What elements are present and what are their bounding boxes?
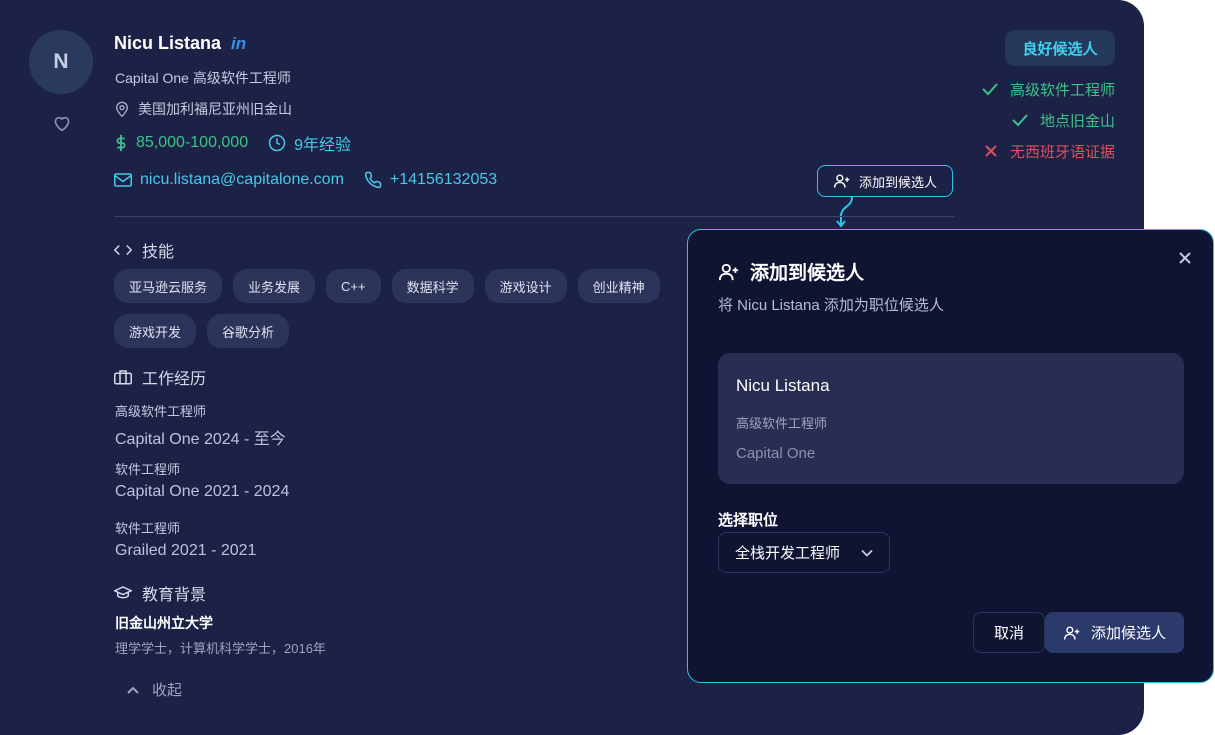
- linkedin-icon[interactable]: in: [231, 34, 246, 54]
- work-company-period: Grailed 2021 - 2021: [115, 542, 257, 559]
- summary-title: 高级软件工程师: [736, 416, 828, 431]
- cross-icon: [984, 144, 998, 158]
- skill-chip: 创业精神: [577, 269, 660, 303]
- name-row: Nicu Listana in: [114, 33, 246, 54]
- status-badge: 良好候选人: [1005, 30, 1115, 66]
- chevron-down-icon: [861, 549, 873, 557]
- work-company-period: Capital One 2021 - 2024: [115, 483, 290, 500]
- skills-heading-text: 技能: [142, 244, 175, 261]
- criteria-item: 高级软件工程师: [982, 78, 1115, 100]
- summary-name: Nicu Listana: [736, 376, 830, 395]
- work-title: 软件工程师: [115, 462, 181, 477]
- check-icon: [1012, 113, 1028, 127]
- education-heading-text: 教育背景: [142, 587, 207, 604]
- education-degree: 理学学士，计算机科学学士，2016年: [115, 641, 326, 656]
- close-icon[interactable]: [1177, 250, 1193, 266]
- skills-list: 亚马逊云服务 业务发展 C++ 数据科学 游戏设计 创业精神 游戏开发 谷歌分析: [114, 269, 674, 348]
- candidate-name: Nicu Listana: [114, 33, 222, 53]
- mail-icon: [114, 173, 132, 187]
- collapse-button[interactable]: 收起: [126, 679, 182, 700]
- work-company-period: Capital One 2024 - 至今: [115, 431, 286, 448]
- skill-chip: 谷歌分析: [207, 314, 290, 348]
- skill-chip: 游戏开发: [114, 314, 197, 348]
- skill-chip: 业务发展: [233, 269, 316, 303]
- salary-text: 85,000-100,000: [136, 134, 249, 151]
- divider: [114, 216, 954, 217]
- education-heading: 教育背景: [114, 581, 206, 605]
- job-title: Capital One 高级软件工程师: [115, 70, 291, 86]
- salary-row: 85,000-100,000 9年经验: [114, 131, 351, 155]
- position-select-value: 全栈开发工程师: [735, 545, 841, 562]
- work-item: 软件工程师 Grailed 2021 - 2021: [115, 518, 256, 560]
- add-candidate-label: 添加候选人: [1090, 625, 1166, 642]
- summary-company: Capital One: [736, 445, 816, 462]
- email-link[interactable]: nicu.listana@capitalone.com: [114, 171, 344, 189]
- graduation-cap-icon: [114, 586, 132, 600]
- avatar: N: [29, 30, 93, 94]
- location-text: 美国加利福尼亚州旧金山: [138, 101, 292, 117]
- heart-icon[interactable]: [52, 114, 72, 132]
- position-select[interactable]: 全栈开发工程师: [718, 532, 890, 573]
- code-icon: [114, 243, 132, 257]
- location-pin-icon: [114, 100, 130, 118]
- skills-heading: 技能: [114, 238, 174, 262]
- skill-chip: 亚马逊云服务: [114, 269, 223, 303]
- criteria-label: 无西班牙语证据: [1009, 143, 1115, 161]
- criteria-label: 地点旧金山: [1039, 112, 1115, 130]
- email-text[interactable]: nicu.listana@capitalone.com: [140, 171, 344, 189]
- salary: 85,000-100,000: [114, 134, 248, 152]
- criteria-item: 地点旧金山: [1012, 109, 1115, 131]
- match-criteria: 高级软件工程师 地点旧金山 无西班牙语证据: [982, 78, 1115, 162]
- chevron-up-icon: [126, 685, 140, 695]
- skill-chip: C++: [326, 269, 381, 303]
- work-item: 软件工程师 Capital One 2021 - 2024: [115, 459, 289, 501]
- check-icon: [982, 82, 998, 96]
- work-item: 高级软件工程师 Capital One 2024 - 至今: [115, 401, 286, 449]
- experience: 9年经验: [268, 131, 351, 155]
- candidate-summary: Nicu Listana 高级软件工程师 Capital One: [718, 353, 1184, 484]
- add-to-candidates-label: 添加到候选人: [858, 174, 937, 190]
- clock-icon: [268, 134, 286, 152]
- add-candidate-button[interactable]: 添加候选人: [1045, 612, 1184, 653]
- work-heading-text: 工作经历: [142, 371, 207, 388]
- dialog-title-text: 添加到候选人: [750, 263, 865, 284]
- phone-text[interactable]: +14156132053: [390, 171, 497, 189]
- education-school: 旧金山州立大学: [115, 615, 213, 631]
- skill-chip: 游戏设计: [484, 269, 567, 303]
- work-heading: 工作经历: [114, 365, 206, 389]
- experience-text: 9年经验: [294, 137, 352, 154]
- phone-link[interactable]: +14156132053: [364, 171, 497, 189]
- position-select-label: 选择职位: [718, 512, 779, 529]
- briefcase-icon: [114, 369, 132, 385]
- add-candidate-dialog: 添加到候选人 将 Nicu Listana 添加为职位候选人 Nicu List…: [687, 229, 1214, 683]
- dialog-title: 添加到候选人: [718, 258, 864, 285]
- connector-arrow-icon: [830, 196, 860, 232]
- skill-chip: 数据科学: [391, 269, 474, 303]
- collapse-label: 收起: [152, 682, 183, 699]
- dialog-subtitle: 将 Nicu Listana 添加为职位候选人: [718, 297, 944, 314]
- phone-icon: [364, 171, 382, 189]
- location-row: 美国加利福尼亚州旧金山: [114, 99, 292, 119]
- work-title: 软件工程师: [115, 521, 181, 536]
- cancel-button[interactable]: 取消: [973, 612, 1045, 653]
- avatar-initial: N: [53, 50, 69, 73]
- dollar-icon: [114, 134, 128, 152]
- contact-row: nicu.listana@capitalone.com +14156132053: [114, 171, 497, 189]
- user-plus-icon: [833, 173, 851, 189]
- user-plus-icon: [718, 262, 740, 282]
- user-plus-icon: [1063, 625, 1081, 641]
- add-to-candidates-button[interactable]: 添加到候选人: [817, 165, 953, 197]
- work-title: 高级软件工程师: [115, 404, 207, 419]
- criteria-item: 无西班牙语证据: [984, 140, 1115, 162]
- criteria-label: 高级软件工程师: [1009, 81, 1115, 99]
